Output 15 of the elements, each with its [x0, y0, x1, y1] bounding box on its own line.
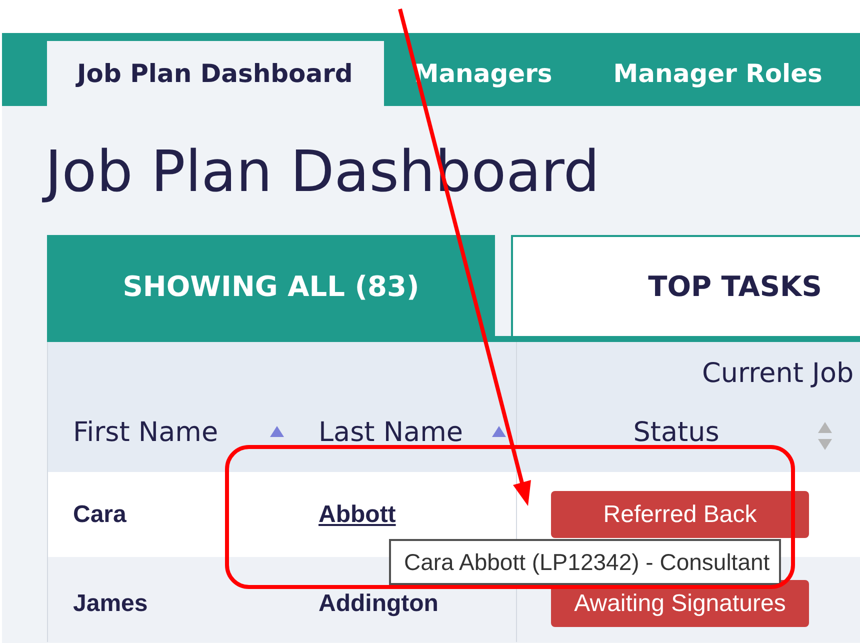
first-name-text: James — [73, 590, 148, 617]
last-name-link[interactable]: Addington — [318, 590, 438, 617]
first-name-text: Cara — [73, 500, 126, 528]
sort-icon[interactable] — [818, 422, 832, 450]
sort-ascending-icon[interactable] — [492, 426, 506, 438]
status-button[interactable]: Referred Back — [551, 491, 809, 538]
nav-tab[interactable]: Job Plan Dashboard — [47, 41, 384, 106]
column-group-header: Current Job — [702, 357, 854, 392]
view-tab[interactable]: TOP TASKS — [511, 235, 860, 336]
tooltip: Cara Abbott (LP12342) - Consultant — [389, 539, 781, 585]
last-name-link[interactable]: Abbott — [318, 500, 396, 528]
column-header[interactable]: Last Name — [318, 412, 463, 454]
sort-ascending-icon[interactable] — [270, 426, 284, 438]
column-header[interactable]: First Name — [73, 412, 218, 454]
column-header[interactable]: Status — [633, 412, 720, 454]
